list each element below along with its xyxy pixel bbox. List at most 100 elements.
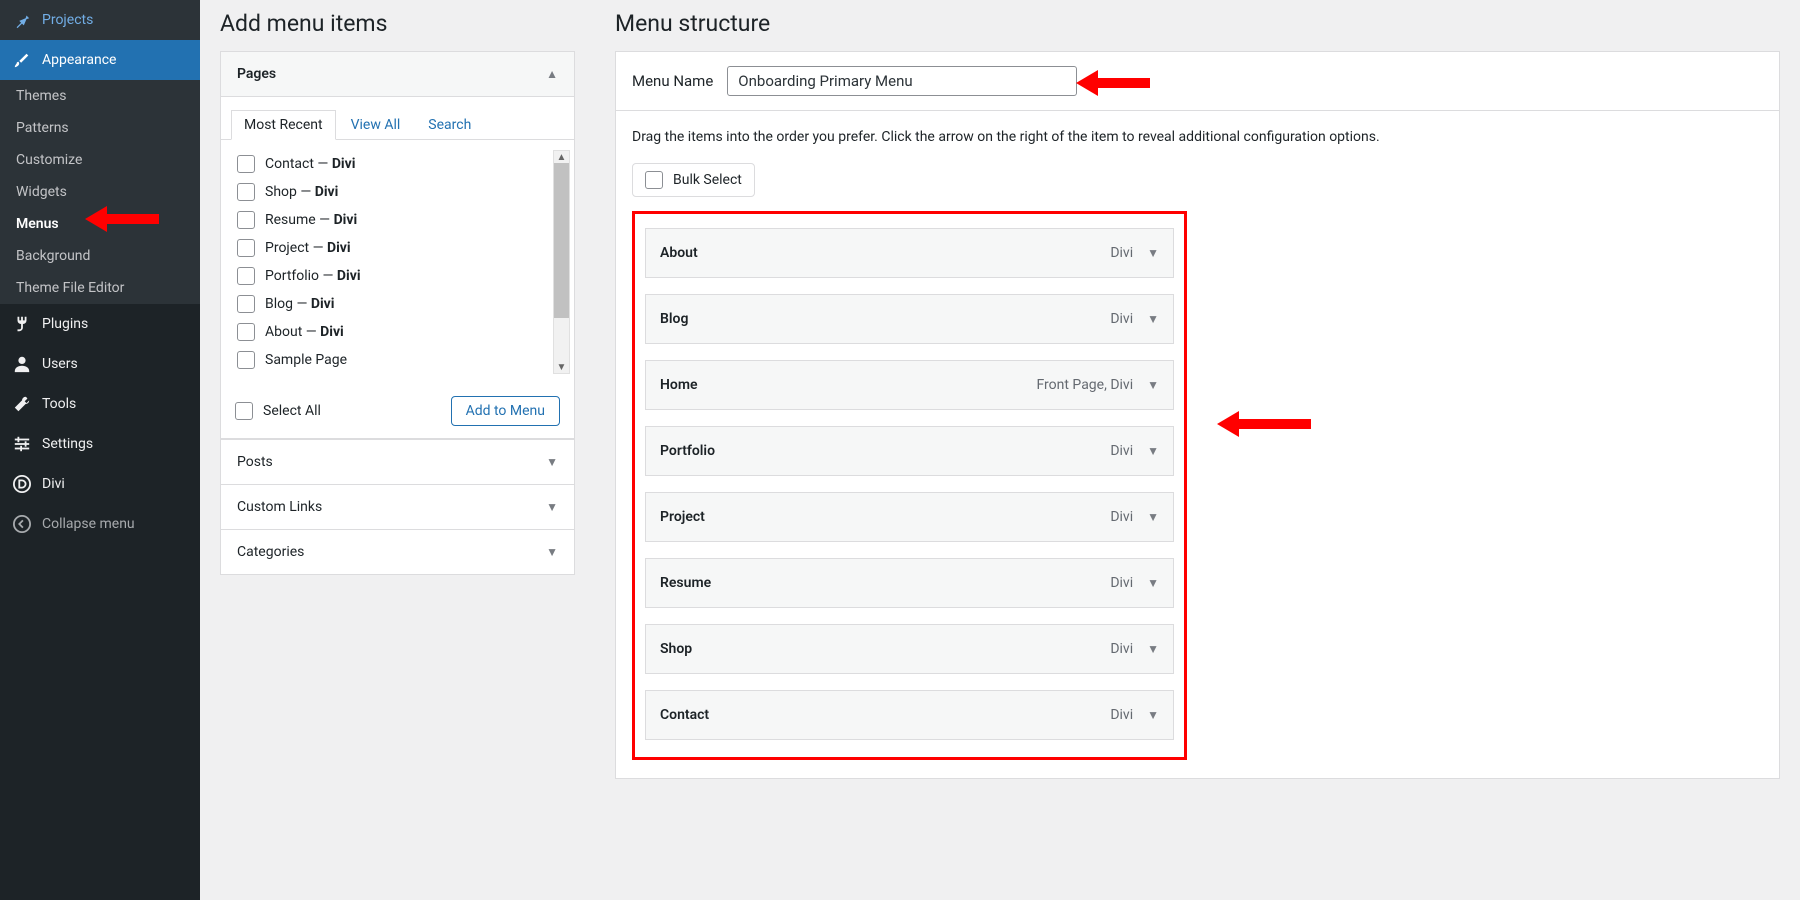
page-option-label: Shop — Divi	[265, 184, 338, 200]
posts-panel: Posts▼	[220, 439, 575, 485]
posts-panel-header[interactable]: Posts▼	[221, 440, 574, 484]
menu-name-input[interactable]	[727, 66, 1077, 96]
wrench-icon	[12, 394, 32, 414]
page-option[interactable]: Contact — Divi	[237, 150, 568, 178]
divi-icon	[12, 474, 32, 494]
sidebar-item-divi[interactable]: Divi	[0, 464, 200, 504]
tab-search[interactable]: Search	[415, 110, 484, 140]
page-option[interactable]: Shop — Divi	[237, 178, 568, 206]
collapse-icon	[12, 514, 32, 534]
caret-down-icon[interactable]: ▼	[1147, 642, 1159, 656]
sidebar-sub-customize[interactable]: Customize	[0, 144, 200, 176]
tab-view-all[interactable]: View All	[338, 110, 414, 140]
sidebar-item-label: Appearance	[42, 52, 116, 68]
menu-item[interactable]: BlogDivi▼	[645, 294, 1174, 344]
select-all-row[interactable]: Select All	[235, 402, 321, 420]
add-to-menu-button[interactable]: Add to Menu	[451, 396, 560, 426]
custom-links-panel-header[interactable]: Custom Links▼	[221, 485, 574, 529]
sidebar-item-appearance[interactable]: Appearance	[0, 40, 200, 80]
annotation-arrow	[1076, 70, 1150, 96]
sidebar-item-plugins[interactable]: Plugins	[0, 304, 200, 344]
collapse-menu-label: Collapse menu	[42, 516, 135, 532]
page-checkbox[interactable]	[237, 239, 255, 257]
bulk-select-toggle[interactable]: Bulk Select	[632, 163, 755, 197]
scroll-thumb[interactable]	[554, 163, 569, 318]
menu-structure-body: Drag the items into the order you prefer…	[615, 110, 1780, 779]
collapse-menu-button[interactable]: Collapse menu	[0, 504, 200, 544]
sidebar-sub-themes[interactable]: Themes	[0, 80, 200, 112]
arrow-left-icon	[85, 206, 107, 232]
caret-down-icon[interactable]: ▼	[1147, 312, 1159, 326]
sidebar-item-settings[interactable]: Settings	[0, 424, 200, 464]
sidebar-item-label: Divi	[42, 476, 65, 492]
menu-item-type: Divi	[1110, 641, 1133, 657]
page-checkbox[interactable]	[237, 351, 255, 369]
sidebar-item-projects[interactable]: Projects	[0, 0, 200, 40]
menu-structure-hint: Drag the items into the order you prefer…	[632, 129, 1763, 145]
page-checkbox[interactable]	[237, 267, 255, 285]
menu-item-name: Home	[660, 377, 698, 393]
page-option[interactable]: Project — Divi	[237, 234, 568, 262]
pages-panel-header[interactable]: Pages ▲	[221, 52, 574, 97]
menu-name-bar: Menu Name	[615, 51, 1780, 110]
select-all-checkbox[interactable]	[235, 402, 253, 420]
scroll-up-icon[interactable]: ▲	[554, 151, 569, 163]
page-checkbox[interactable]	[237, 211, 255, 229]
caret-down-icon[interactable]: ▼	[1147, 708, 1159, 722]
menu-item-type: Divi	[1110, 509, 1133, 525]
select-all-label: Select All	[263, 403, 321, 419]
menu-item[interactable]: ContactDivi▼	[645, 690, 1174, 740]
sidebar-sub-background[interactable]: Background	[0, 240, 200, 272]
menu-item[interactable]: ResumeDivi▼	[645, 558, 1174, 608]
plug-icon	[12, 314, 32, 334]
annotation-arrow	[1217, 411, 1311, 437]
caret-down-icon[interactable]: ▼	[1147, 510, 1159, 524]
caret-down-icon[interactable]: ▼	[1147, 246, 1159, 260]
pages-panel-title: Pages	[237, 66, 276, 82]
sidebar-sub-menus[interactable]: Menus	[0, 208, 200, 240]
sidebar-item-users[interactable]: Users	[0, 344, 200, 384]
categories-panel-header[interactable]: Categories▼	[221, 530, 574, 574]
page-option[interactable]: About — Divi	[237, 318, 568, 346]
add-menu-items-column: Add menu items Pages ▲ Most Recent View …	[200, 0, 595, 900]
caret-down-icon[interactable]: ▼	[1147, 378, 1159, 392]
caret-down-icon[interactable]: ▼	[1147, 576, 1159, 590]
menu-name-label: Menu Name	[632, 72, 713, 90]
page-option-label: Contact — Divi	[265, 156, 355, 172]
sidebar-sub-widgets[interactable]: Widgets	[0, 176, 200, 208]
page-option-label: About — Divi	[265, 324, 344, 340]
page-checkbox[interactable]	[237, 183, 255, 201]
menu-item-name: Contact	[660, 707, 709, 723]
menu-item-type: Front Page, Divi	[1037, 377, 1134, 393]
page-checkbox[interactable]	[237, 295, 255, 313]
scroll-down-icon[interactable]: ▼	[554, 361, 569, 373]
caret-down-icon[interactable]: ▼	[1147, 444, 1159, 458]
menu-item[interactable]: ProjectDivi▼	[645, 492, 1174, 542]
menu-item[interactable]: Shop Divi ▼	[645, 624, 1174, 674]
menu-structure-heading: Menu structure	[615, 0, 1780, 51]
arrow-left-icon	[1076, 70, 1098, 96]
pages-panel: Pages ▲ Most Recent View All Search Cont…	[220, 51, 575, 439]
user-icon	[12, 354, 32, 374]
page-option-label: Blog — Divi	[265, 296, 334, 312]
menu-item[interactable]: Home Front Page, Divi ▼	[645, 360, 1174, 410]
pages-scrollbar[interactable]: ▲ ▼	[553, 150, 570, 374]
menu-item[interactable]: PortfolioDivi▼	[645, 426, 1174, 476]
page-checkbox[interactable]	[237, 323, 255, 341]
bulk-select-checkbox[interactable]	[645, 171, 663, 189]
menu-item[interactable]: AboutDivi▼	[645, 228, 1174, 278]
caret-down-icon: ▼	[546, 500, 558, 514]
sidebar-sub-theme-file-editor[interactable]: Theme File Editor	[0, 272, 200, 304]
page-option[interactable]: Blog — Divi	[237, 290, 568, 318]
tab-most-recent[interactable]: Most Recent	[231, 110, 336, 140]
sidebar-sub-patterns[interactable]: Patterns	[0, 112, 200, 144]
page-checkbox[interactable]	[237, 155, 255, 173]
menu-item-name: Shop	[660, 641, 692, 657]
menu-item-name: About	[660, 245, 698, 261]
sidebar-item-tools[interactable]: Tools	[0, 384, 200, 424]
page-option[interactable]: Sample Page	[237, 346, 568, 374]
bulk-select-label: Bulk Select	[673, 172, 742, 188]
annotation-arrow	[85, 206, 159, 232]
page-option[interactable]: Portfolio — Divi	[237, 262, 568, 290]
page-option[interactable]: Resume — Divi	[237, 206, 568, 234]
